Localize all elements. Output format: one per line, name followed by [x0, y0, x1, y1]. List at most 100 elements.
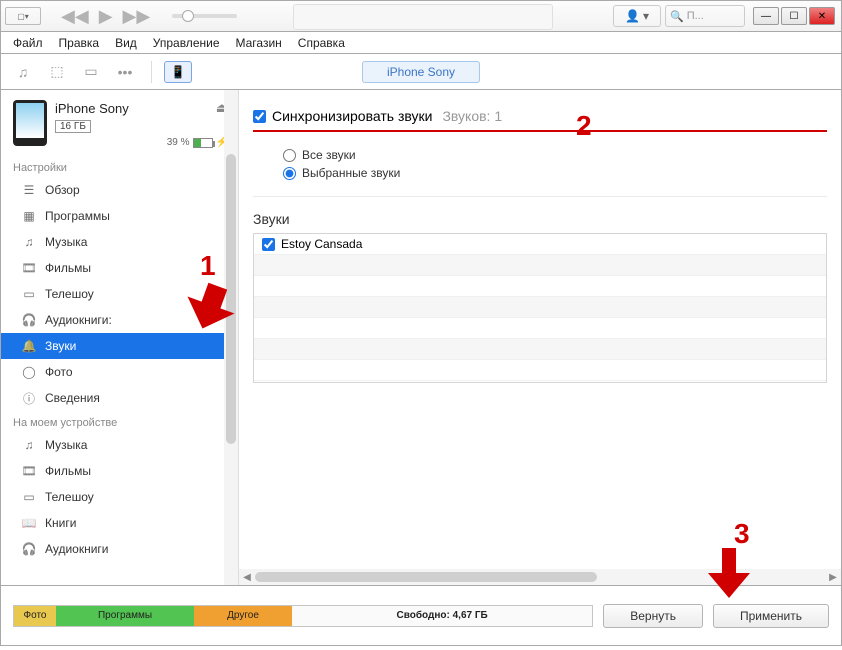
menu-store[interactable]: Магазин: [230, 34, 288, 52]
menu-controls[interactable]: Управление: [147, 34, 226, 52]
radio-selected-tones[interactable]: Выбранные звуки: [283, 166, 827, 180]
sound-item-checkbox[interactable]: [262, 238, 275, 251]
sync-tones-checkbox[interactable]: [253, 110, 266, 123]
sidebar-ondevice-audiobooks[interactable]: 🎧 Аудиокниги: [1, 536, 238, 562]
tv-library-icon[interactable]: ▭: [77, 61, 105, 83]
battery-icon: [193, 138, 213, 148]
search-input[interactable]: 🔍П...: [665, 5, 745, 27]
sidebar-item-label: Обзор: [45, 183, 80, 197]
sidebar-ondevice-music[interactable]: ♫ Музыка: [1, 432, 238, 458]
sidebar-item-label: Аудиокниги: [45, 542, 109, 556]
overview-icon: ☰: [21, 183, 37, 197]
sidebar-item-photos[interactable]: ◯Фото: [1, 359, 238, 385]
sound-list-empty-row: [254, 297, 826, 318]
movies-icon: 🎞: [21, 261, 37, 275]
music-icon: ♫: [21, 438, 37, 452]
sound-item-label: Estoy Cansada: [281, 237, 362, 251]
sidebar-item-apps[interactable]: ▦Программы: [1, 203, 238, 229]
scroll-right-icon[interactable]: ▶: [825, 572, 841, 583]
device-storage-badge: 16 ГБ: [55, 120, 91, 133]
sync-tones-label: Синхронизировать звуки: [272, 108, 432, 124]
radio-all-tones[interactable]: Все звуки: [283, 148, 827, 162]
sidebar-item-label: Сведения: [45, 391, 100, 405]
sidebar-ondevice-tvshows[interactable]: ▭Телешоу: [1, 484, 238, 510]
scroll-left-icon[interactable]: ◀: [239, 572, 255, 583]
sync-count-label: Звуков:: [442, 108, 490, 124]
more-libraries-icon[interactable]: •••: [111, 61, 139, 83]
sidebar-item-label: Телешоу: [45, 287, 94, 301]
sounds-section-title: Звуки: [253, 211, 827, 227]
sound-list-empty-row: [254, 360, 826, 381]
sidebar-item-label: Аудиокниги:: [45, 313, 112, 327]
storage-seg-photo: Фото: [14, 606, 56, 626]
sidebar-item-tones[interactable]: 🔔Звуки: [1, 333, 238, 359]
sounds-list: Estoy Cansada: [253, 233, 827, 383]
sidebar-item-label: Музыка: [45, 438, 87, 452]
close-button[interactable]: ✕: [809, 7, 835, 25]
movies-icon: 🎞: [21, 464, 37, 478]
audiobook-icon: 🎧: [21, 542, 37, 556]
prev-icon[interactable]: ◀◀: [61, 6, 89, 27]
menu-file[interactable]: Файл: [7, 34, 49, 52]
sidebar-item-label: Книги: [45, 516, 76, 530]
sidebar: iPhone Sony ⏏ 16 ГБ 39 % ⚡ Настройки ☰Об…: [1, 90, 239, 585]
menu-help[interactable]: Справка: [292, 34, 351, 52]
revert-button[interactable]: Вернуть: [603, 604, 703, 628]
sidebar-ondevice-books[interactable]: 📖Книги: [1, 510, 238, 536]
menu-view[interactable]: Вид: [109, 34, 143, 52]
sidebar-item-tvshows[interactable]: ▭ Телешоу: [1, 281, 238, 307]
sidebar-item-audiobooks[interactable]: 🎧 Аудиокниги:: [1, 307, 238, 333]
maximize-button[interactable]: ☐: [781, 7, 807, 25]
battery-percentage: 39 %: [167, 137, 190, 148]
sidebar-ondevice-movies[interactable]: 🎞 Фильмы: [1, 458, 238, 484]
section-ondevice-label: На моем устройстве: [1, 411, 238, 432]
music-icon: ♫: [21, 235, 37, 249]
search-placeholder-text: П...: [687, 10, 704, 22]
sidebar-item-label: Телешоу: [45, 490, 94, 504]
main-area: iPhone Sony ⏏ 16 ГБ 39 % ⚡ Настройки ☰Об…: [0, 90, 842, 586]
sound-list-empty-row: [254, 276, 826, 297]
apply-button[interactable]: Применить: [713, 604, 829, 628]
minimize-button[interactable]: —: [753, 7, 779, 25]
storage-seg-apps: Программы: [56, 606, 194, 626]
sidebar-item-label: Фильмы: [45, 464, 91, 478]
sync-count-value: 1: [494, 108, 502, 124]
device-thumbnail: [13, 100, 47, 146]
miniplayer-widget[interactable]: ▢▾: [5, 7, 41, 25]
section-settings-label: Настройки: [1, 156, 238, 177]
bell-icon: 🔔: [21, 339, 37, 353]
play-icon[interactable]: ▶: [99, 6, 113, 27]
footer-bar: Фото Программы Другое Свободно: 4,67 ГБ …: [0, 586, 842, 646]
sidebar-item-label: Программы: [45, 209, 110, 223]
toolbar: ♫ ⬚ ▭ ••• 📱 iPhone Sony: [0, 54, 842, 90]
sidebar-item-music[interactable]: ♫Музыка: [1, 229, 238, 255]
sidebar-scrollbar[interactable]: [224, 90, 238, 585]
sidebar-item-info[interactable]: ⓘ Сведения: [1, 385, 238, 411]
window-titlebar: ▢▾ ◀◀ ▶ ▶▶ 👤▾ 🔍П... — ☐ ✕: [0, 0, 842, 32]
user-icon: 👤: [625, 9, 640, 23]
sidebar-item-movies[interactable]: 🎞 Фильмы: [1, 255, 238, 281]
music-library-icon[interactable]: ♫: [9, 61, 37, 83]
sync-checkbox-row: Синхронизировать звуки Звуков: 1: [253, 100, 827, 132]
sidebar-item-overview[interactable]: ☰ Обзор: [1, 177, 238, 203]
next-icon[interactable]: ▶▶: [123, 6, 151, 27]
movies-library-icon[interactable]: ⬚: [43, 61, 71, 83]
user-menu[interactable]: 👤▾: [613, 5, 661, 27]
chevron-down-icon: ▾: [643, 9, 649, 23]
device-name-label: iPhone Sony: [55, 101, 129, 116]
device-tab[interactable]: iPhone Sony: [362, 61, 480, 83]
content-horizontal-scrollbar[interactable]: ◀ ▶: [239, 569, 841, 585]
toolbar-separator: [151, 61, 152, 83]
device-button[interactable]: 📱: [164, 61, 192, 83]
info-icon: ⓘ: [21, 390, 37, 407]
audiobook-icon: 🎧: [21, 313, 37, 327]
menu-edit[interactable]: Правка: [53, 34, 106, 52]
sidebar-item-label: Фильмы: [45, 261, 91, 275]
content-pane: Синхронизировать звуки Звуков: 1 Все зву…: [239, 90, 841, 585]
volume-slider[interactable]: [172, 14, 237, 18]
sound-list-item[interactable]: Estoy Cansada: [254, 234, 826, 255]
sync-mode-radios: Все звуки Выбранные звуки: [253, 132, 827, 197]
storage-usage-bar: Фото Программы Другое Свободно: 4,67 ГБ: [13, 605, 593, 627]
tv-icon: ▭: [21, 287, 37, 301]
radio-label: Выбранные звуки: [302, 166, 400, 180]
